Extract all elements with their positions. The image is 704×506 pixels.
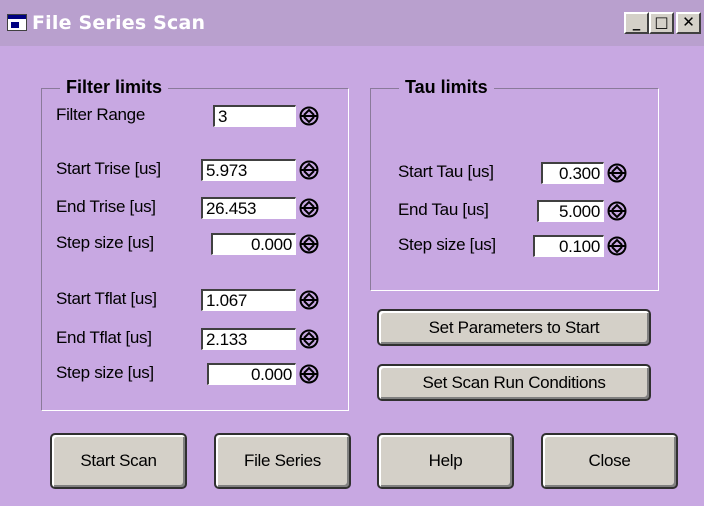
tau-step-input[interactable]: [533, 235, 604, 257]
end-trise-input[interactable]: [201, 197, 296, 219]
start-tflat-spin-icon[interactable]: [299, 290, 319, 310]
close-window-button[interactable]: ✕: [676, 12, 701, 34]
start-scan-button[interactable]: Start Scan: [50, 433, 187, 489]
set-parameters-to-start-button[interactable]: Set Parameters to Start: [377, 309, 651, 346]
end-tflat-label: End Tflat [us]: [56, 328, 152, 347]
file-series-scan-window: File Series Scan _ □ ✕ Filter limits Fil…: [0, 0, 704, 506]
end-tflat-spin-icon[interactable]: [299, 329, 319, 349]
close-button[interactable]: Close: [541, 433, 678, 489]
minimize-button[interactable]: _: [624, 12, 649, 34]
tau-step-spin-icon[interactable]: [607, 236, 627, 256]
filter-range-input[interactable]: [213, 105, 296, 127]
tau-step-label: Step size [us]: [398, 235, 496, 254]
end-tau-input[interactable]: [537, 200, 604, 222]
tflat-step-label: Step size [us]: [56, 363, 154, 382]
start-tflat-label: Start Tflat [us]: [56, 289, 157, 308]
start-trise-spin-icon[interactable]: [299, 160, 319, 180]
filter-limits-legend: Filter limits: [60, 77, 169, 98]
end-tau-spin-icon[interactable]: [607, 201, 627, 221]
start-trise-input[interactable]: [201, 159, 296, 181]
title-bar[interactable]: File Series Scan _ □ ✕: [0, 0, 704, 46]
trise-step-spin-icon[interactable]: [299, 234, 319, 254]
trise-step-input[interactable]: [211, 233, 296, 255]
tflat-step-input[interactable]: [207, 363, 296, 385]
end-tau-label: End Tau [us]: [398, 200, 489, 219]
window-title: File Series Scan: [32, 12, 206, 34]
start-tau-input[interactable]: [541, 162, 604, 184]
maximize-button[interactable]: □: [649, 12, 674, 34]
start-tau-spin-icon[interactable]: [607, 163, 627, 183]
file-series-button[interactable]: File Series: [214, 433, 351, 489]
filter-range-label: Filter Range: [56, 105, 145, 124]
filter-range-spin-icon[interactable]: [299, 106, 319, 126]
end-tflat-input[interactable]: [201, 328, 296, 350]
start-tflat-input[interactable]: [201, 289, 296, 311]
tflat-step-spin-icon[interactable]: [299, 364, 319, 384]
set-scan-run-conditions-button[interactable]: Set Scan Run Conditions: [377, 364, 651, 401]
trise-step-label: Step size [us]: [56, 233, 154, 252]
help-button[interactable]: Help: [377, 433, 514, 489]
end-trise-label: End Trise [us]: [56, 197, 156, 216]
start-trise-label: Start Trise [us]: [56, 159, 161, 178]
tau-limits-legend: Tau limits: [399, 77, 494, 98]
start-tau-label: Start Tau [us]: [398, 162, 494, 181]
app-window-icon: [7, 14, 27, 31]
end-trise-spin-icon[interactable]: [299, 198, 319, 218]
tau-limits-group: Tau limits: [370, 77, 659, 291]
